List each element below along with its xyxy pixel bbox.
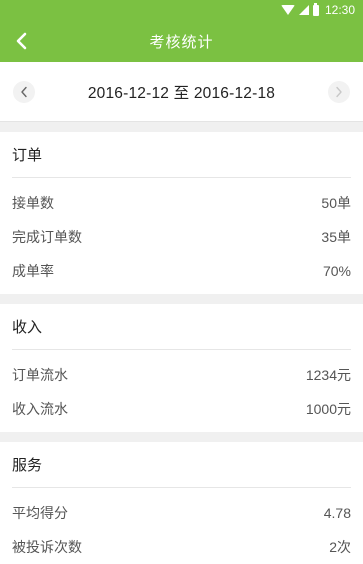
list-item: 被投诉次数 2次 bbox=[12, 530, 351, 564]
chevron-right-icon bbox=[336, 86, 342, 97]
status-bar: 12:30 bbox=[0, 0, 363, 20]
next-week-button[interactable] bbox=[327, 80, 350, 103]
row-label: 订单流水 bbox=[12, 368, 68, 384]
section-title-income: 收入 bbox=[12, 304, 351, 350]
row-value: 2次 bbox=[329, 539, 351, 555]
previous-week-button[interactable] bbox=[13, 80, 35, 103]
signal-icon bbox=[298, 5, 309, 15]
row-value: 35单 bbox=[321, 229, 351, 245]
section-gap bbox=[0, 432, 363, 442]
date-range-label: 2016-12-12 至 2016-12-18 bbox=[87, 84, 276, 102]
list-item: 成单率 70% bbox=[12, 254, 351, 288]
row-value: 4.78 bbox=[323, 505, 351, 521]
wifi-icon bbox=[280, 5, 295, 15]
battery-icon bbox=[312, 2, 319, 16]
row-label: 被投诉次数 bbox=[12, 540, 82, 556]
row-value: 1234元 bbox=[305, 367, 351, 383]
date-range-bar: 2016-12-12 至 2016-12-18 bbox=[0, 62, 363, 122]
row-value: 70% bbox=[322, 263, 351, 279]
chevron-left-icon bbox=[21, 86, 27, 97]
list-item: 订单流水 1234元 bbox=[12, 358, 351, 392]
chevron-left-icon bbox=[16, 32, 27, 50]
section-title-orders: 订单 bbox=[12, 132, 351, 178]
list-item: 收入流水 1000元 bbox=[12, 392, 351, 426]
row-label: 成单率 bbox=[12, 264, 54, 280]
title-bar: 考核统计 bbox=[0, 20, 363, 62]
income-section: 收入 订单流水 1234元 收入流水 1000元 bbox=[0, 304, 363, 432]
section-gap bbox=[0, 294, 363, 304]
status-time: 12:30 bbox=[324, 3, 355, 17]
list-item: 完成订单数 35单 bbox=[12, 220, 351, 254]
row-label: 平均得分 bbox=[12, 506, 68, 522]
row-label: 接单数 bbox=[12, 196, 54, 212]
section-gap bbox=[0, 122, 363, 132]
list-item: 接单数 50单 bbox=[12, 186, 351, 220]
back-button[interactable] bbox=[6, 20, 36, 62]
section-title-service: 服务 bbox=[12, 442, 351, 488]
row-label: 完成订单数 bbox=[12, 230, 82, 246]
service-section: 服务 平均得分 4.78 被投诉次数 2次 bbox=[0, 442, 363, 564]
orders-section: 订单 接单数 50单 完成订单数 35单 成单率 70% bbox=[0, 132, 363, 294]
row-value: 50单 bbox=[321, 195, 351, 211]
row-label: 收入流水 bbox=[12, 402, 68, 418]
page-title: 考核统计 bbox=[149, 32, 214, 51]
row-value: 1000元 bbox=[305, 401, 351, 417]
list-item: 平均得分 4.78 bbox=[12, 496, 351, 530]
